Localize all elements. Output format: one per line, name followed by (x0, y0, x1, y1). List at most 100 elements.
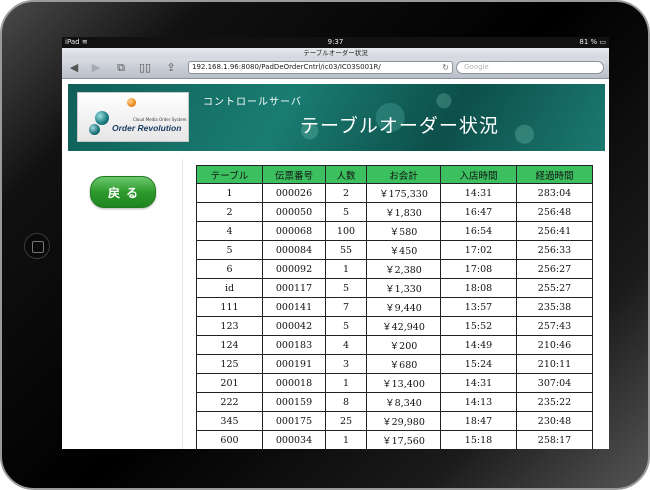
cell-entry-time: 14:31 (440, 183, 517, 203)
cell-elapsed-time: 256:41 (516, 221, 593, 241)
bookmarks-icon[interactable]: ▯▯ (138, 61, 152, 75)
column-divider (182, 159, 183, 449)
cell-slip-number: 000026 (262, 183, 326, 203)
cell-entry-time: 16:54 (440, 221, 517, 241)
cell-table: id (196, 278, 263, 298)
forward-arrow-icon[interactable]: ▶ (89, 61, 103, 75)
cell-guests: 25 (325, 411, 367, 431)
cell-bill: ￥450 (366, 240, 441, 260)
browser-toolbar: ◀ ▶ ⧉ ▯▯ ⇪ 192.168.1.96:8080/PadDeOrderC… (62, 58, 609, 79)
cell-table: 201 (196, 373, 263, 393)
table-row[interactable]: 124 000183 4 ￥200 14:49 210:46 (196, 335, 593, 355)
cell-slip-number: 000141 (262, 297, 326, 317)
cell-entry-time: 17:02 (440, 240, 517, 260)
col-header-slip-number: 伝票番号 (262, 165, 326, 184)
table-row[interactable]: 5 000084 55 ￥450 17:02 256:33 (196, 240, 593, 260)
table-row[interactable]: 345 000175 25 ￥29,980 18:47 230:48 (196, 411, 593, 431)
cell-bill: ￥8,340 (366, 392, 441, 412)
orders-table: テーブル 伝票番号 人数 お会計 入店時間 経過時間 1 000026 2 ￥175,… (196, 165, 593, 449)
cell-elapsed-time: 210:46 (516, 335, 593, 355)
cell-elapsed-time: 258:17 (516, 430, 593, 449)
table-row[interactable]: 201 000018 1 ￥13,400 14:31 307:04 (196, 373, 593, 393)
cell-table: 4 (196, 221, 263, 241)
col-header-guests: 人数 (325, 165, 367, 184)
table-row[interactable]: 125 000191 3 ￥680 15:24 210:11 (196, 354, 593, 374)
tabs-icon[interactable]: ⧉ (114, 61, 128, 75)
logo: Cloud Media Order System Order Revolutio… (77, 92, 189, 142)
table-row[interactable]: 123 000042 5 ￥42,940 15:52 257:43 (196, 316, 593, 336)
cell-table: 124 (196, 335, 263, 355)
cell-bill: ￥580 (366, 221, 441, 241)
page-title: テーブルオーダー状況 (300, 115, 499, 137)
logo-name: Order Revolution (112, 123, 182, 133)
logo-tagline: Cloud Media Order System (133, 117, 187, 122)
cell-table: 123 (196, 316, 263, 336)
cell-entry-time: 14:31 (440, 373, 517, 393)
cell-guests: 5 (325, 202, 367, 222)
cell-bill: ￥9,440 (366, 297, 441, 317)
cell-entry-time: 15:24 (440, 354, 517, 374)
col-header-entry-time: 入店時間 (440, 165, 517, 184)
battery-indicator: 81 % ▭ (579, 38, 606, 46)
cell-bill: ￥1,330 (366, 278, 441, 298)
control-server-label: コントロールサーバ (203, 97, 302, 108)
cell-slip-number: 000159 (262, 392, 326, 412)
back-arrow-icon[interactable]: ◀ (67, 61, 81, 75)
cell-slip-number: 000042 (262, 316, 326, 336)
cell-elapsed-time: 283:04 (516, 183, 593, 203)
cell-slip-number: 000084 (262, 240, 326, 260)
col-header-elapsed-time: 経過時間 (516, 165, 593, 184)
table-row[interactable]: id 000117 5 ￥1,330 18:08 255:27 (196, 278, 593, 298)
cell-elapsed-time: 307:04 (516, 373, 593, 393)
logo-teal-ball-small (89, 124, 100, 135)
cell-elapsed-time: 256:48 (516, 202, 593, 222)
cell-table: 111 (196, 297, 263, 317)
cell-elapsed-time: 256:27 (516, 259, 593, 279)
back-button[interactable]: 戻る (90, 176, 156, 208)
header-banner: Cloud Media Order System Order Revolutio… (68, 84, 605, 151)
cell-elapsed-time: 256:33 (516, 240, 593, 260)
cell-elapsed-time: 255:27 (516, 278, 593, 298)
cell-slip-number: 000092 (262, 259, 326, 279)
table-row[interactable]: 600 000034 1 ￥17,560 15:18 258:17 (196, 430, 593, 449)
col-header-bill: お会計 (366, 165, 441, 184)
cell-bill: ￥42,940 (366, 316, 441, 336)
cell-bill: ￥13,400 (366, 373, 441, 393)
cell-elapsed-time: 235:22 (516, 392, 593, 412)
cell-entry-time: 18:47 (440, 411, 517, 431)
cell-guests: 1 (325, 373, 367, 393)
cell-table: 125 (196, 354, 263, 374)
cell-entry-time: 15:18 (440, 430, 517, 449)
cell-elapsed-time: 230:48 (516, 411, 593, 431)
home-button[interactable] (24, 233, 50, 259)
cell-elapsed-time: 257:43 (516, 316, 593, 336)
table-row[interactable]: 2 000050 5 ￥1,830 16:47 256:48 (196, 202, 593, 222)
cell-guests: 3 (325, 354, 367, 374)
cell-guests: 5 (325, 316, 367, 336)
ipad-screen: iPad ≋ 9:37 81 % ▭ テーブルオーダー状況 ◀ ▶ ⧉ ▯▯ ⇪… (62, 37, 609, 449)
cell-entry-time: 13:57 (440, 297, 517, 317)
cell-slip-number: 000068 (262, 221, 326, 241)
cell-entry-time: 18:08 (440, 278, 517, 298)
table-row[interactable]: 222 000159 8 ￥8,340 14:13 235:22 (196, 392, 593, 412)
table-row[interactable]: 6 000092 1 ￥2,380 17:08 256:27 (196, 259, 593, 279)
cell-guests: 1 (325, 430, 367, 449)
url-text: 192.168.1.96:8080/PadDeOrderCntrl/ic03/I… (192, 63, 381, 71)
share-icon[interactable]: ⇪ (164, 61, 178, 75)
cell-table: 222 (196, 392, 263, 412)
cell-bill: ￥175,330 (366, 183, 441, 203)
reload-icon[interactable]: ↻ (442, 62, 449, 73)
table-row[interactable]: 4 000068 100 ￥580 16:54 256:41 (196, 221, 593, 241)
url-field[interactable]: 192.168.1.96:8080/PadDeOrderCntrl/ic03/I… (188, 61, 453, 74)
cell-guests: 1 (325, 259, 367, 279)
cell-guests: 4 (325, 335, 367, 355)
table-row[interactable]: 1 000026 2 ￥175,330 14:31 283:04 (196, 183, 593, 203)
cell-elapsed-time: 210:11 (516, 354, 593, 374)
cell-guests: 8 (325, 392, 367, 412)
cell-guests: 7 (325, 297, 367, 317)
cell-table: 345 (196, 411, 263, 431)
cell-slip-number: 000050 (262, 202, 326, 222)
table-row[interactable]: 111 000141 7 ￥9,440 13:57 235:38 (196, 297, 593, 317)
search-input[interactable]: Google (456, 61, 604, 74)
cell-slip-number: 000191 (262, 354, 326, 374)
